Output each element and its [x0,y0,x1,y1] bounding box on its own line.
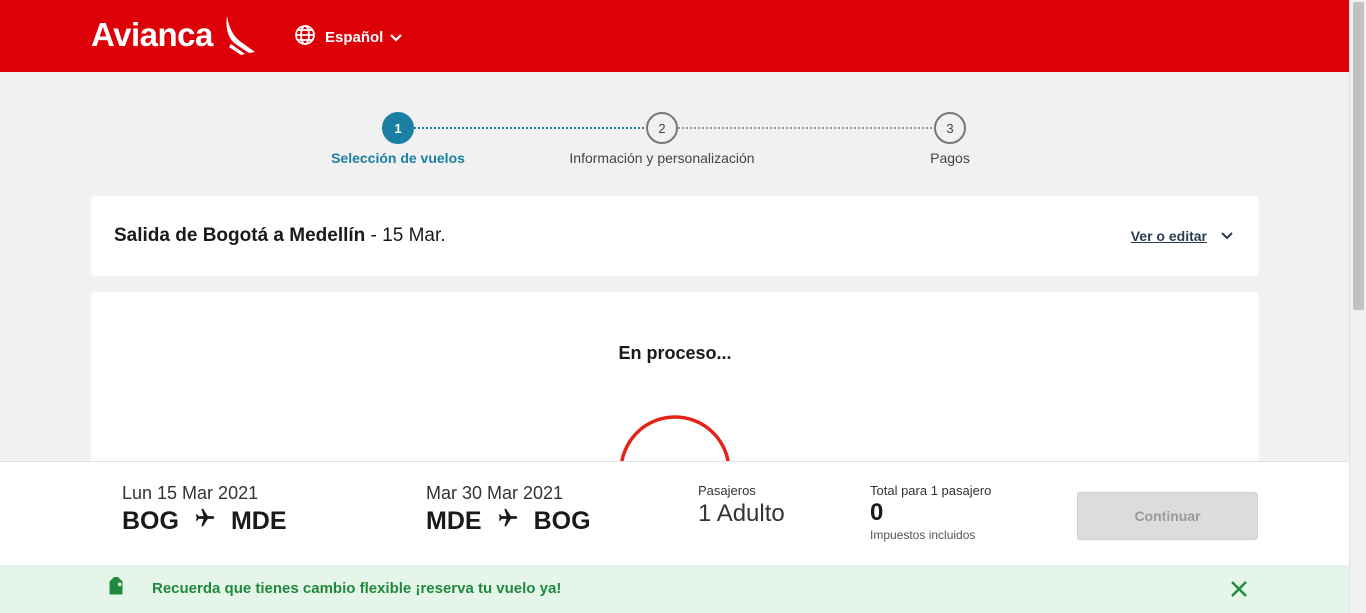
outbound-leg: Lun 15 Mar 2021 BOG MDE [122,483,287,536]
chevron-down-icon [390,29,403,47]
step-3-label: Pagos [930,150,970,166]
logo-text: Avianca [91,16,213,53]
close-icon[interactable] [1230,580,1248,603]
passengers-block: Pasajeros 1 Adulto [698,483,785,528]
scrollbar-thumb[interactable] [1353,2,1364,310]
top-header: Avianca Español [0,0,1349,72]
return-date: Mar 30 Mar 2021 [426,483,564,503]
return-route: MDE BOG [426,507,591,536]
flexible-change-banner: Recuerda que tienes cambio flexible ¡res… [0,565,1349,613]
route-heading: Salida de Bogotá a Medellín - 15 Mar. [114,225,446,247]
bird-logo-icon [219,14,257,61]
plane-icon [497,507,519,536]
plane-icon [194,507,216,536]
step-1-circle[interactable]: 1 [382,112,414,144]
total-label: Total para 1 pasajero [870,483,992,498]
banner-message: Recuerda que tienes cambio flexible ¡res… [152,580,562,597]
outbound-date: Lun 15 Mar 2021 [122,483,259,503]
view-edit-link[interactable]: Ver o editar [1131,227,1233,245]
outbound-destination: MDE [230,507,287,535]
route-date: - 15 Mar. [365,225,446,246]
step-3-circle: 3 [934,112,966,144]
globe-icon [294,24,316,51]
step-connector-2 [678,127,936,129]
tax-note: Impuestos incluidos [870,528,976,542]
step-1-label[interactable]: Selección de vuelos [331,150,465,166]
page-scrollbar[interactable] [1349,0,1366,613]
chevron-down-icon [1221,227,1233,245]
return-leg: Mar 30 Mar 2021 MDE BOG [426,483,591,536]
return-destination: BOG [533,507,591,535]
outbound-origin: BOG [122,507,179,535]
processing-title: En proceso... [618,343,732,363]
trip-summary-bar: Lun 15 Mar 2021 BOG MDE Mar 30 Mar 2021 … [0,461,1349,565]
passengers-value: 1 Adulto [698,500,785,527]
avianca-logo[interactable]: Avianca [91,16,257,61]
continue-button[interactable]: Continuar [1077,492,1258,540]
total-block: Total para 1 pasajero 0 Impuestos inclui… [870,483,991,542]
return-origin: MDE [426,507,482,535]
booking-stepper: 1 2 3 Selección de vuelos Información y … [0,112,1349,172]
step-connector-1 [414,127,648,129]
step-2-label: Información y personalización [569,150,755,166]
outbound-route: BOG MDE [122,507,287,536]
language-selector[interactable]: Español [294,24,403,51]
tag-icon [105,575,127,604]
route-card: Salida de Bogotá a Medellín - 15 Mar. Ve… [91,196,1259,276]
passengers-label: Pasajeros [698,483,756,498]
step-2-circle: 2 [646,112,678,144]
view-edit-label: Ver o editar [1130,228,1207,244]
total-value: 0 [870,499,884,526]
route-title: Salida de Bogotá a Medellín [114,225,366,246]
language-label: Español [325,29,384,46]
